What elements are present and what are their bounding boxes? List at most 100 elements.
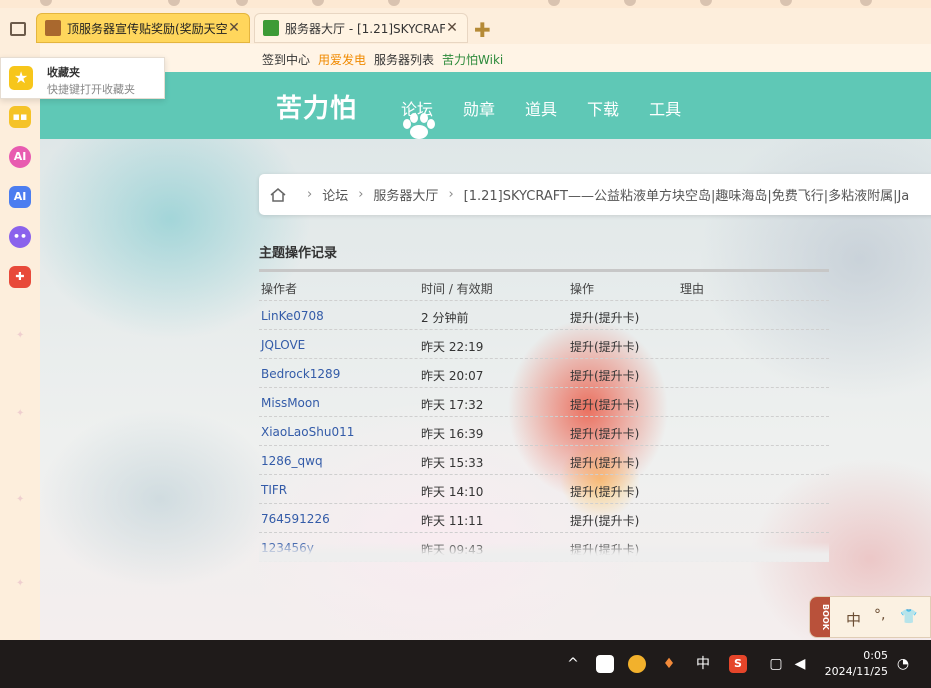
- bookmark-favicon[interactable]: [700, 0, 712, 6]
- operator-link[interactable]: 764591226: [261, 512, 330, 526]
- box-icon: [45, 20, 61, 36]
- log-table: 操作者 时间 / 有效期 操作 理由 LinKe0708 2 分钟前 提升(提升卡)…: [259, 272, 829, 562]
- table-row: Bedrock1289 昨天 20:07 提升(提升卡): [259, 359, 829, 388]
- ai-writer-icon[interactable]: AI: [9, 186, 31, 208]
- ime-skin-widget[interactable]: BOOK 中 °, 👕: [809, 596, 931, 638]
- tab-list-icon[interactable]: [10, 22, 26, 36]
- ime-punctuation[interactable]: °,: [874, 607, 885, 623]
- menu-tools[interactable]: 工具: [649, 96, 681, 120]
- creeper-icon: [263, 20, 279, 36]
- operation-time: 昨天 14:10: [421, 485, 484, 499]
- operator-link[interactable]: 1286_qwq: [261, 454, 323, 468]
- operation-time: 昨天 20:07: [421, 369, 484, 383]
- header-time: 时间 / 有效期: [421, 282, 493, 296]
- bookmark-favicon[interactable]: [860, 0, 872, 6]
- breadcrumb-thread[interactable]: [1.21]SKYCRAFT——公益粘液单方块空岛|趣味海岛|免费飞行|多粘液附…: [464, 185, 910, 204]
- close-icon[interactable]: ✕: [227, 20, 241, 36]
- table-row: XiaoLaoShu011 昨天 16:39 提升(提升卡): [259, 417, 829, 446]
- gamepad-icon[interactable]: ✚: [9, 266, 31, 288]
- operation-action: 提升(提升卡): [570, 340, 640, 354]
- bookmark-favicon[interactable]: [780, 0, 792, 6]
- tab-promo-reward[interactable]: 顶服务器宣传贴奖励(奖励天空 ✕: [36, 13, 250, 43]
- web-page: 签到中心 用爱发电 服务器列表 苦力怕Wiki 苦力怕 论坛 勋章 道具 下载 …: [40, 44, 931, 640]
- header-reason: 理由: [680, 282, 705, 296]
- ime-mode-indicator[interactable]: 中: [694, 654, 712, 674]
- operation-action: 提升(提升卡): [570, 311, 640, 325]
- sogou-icon[interactable]: S: [729, 655, 747, 673]
- sparkle-icon: ✦: [16, 494, 25, 505]
- bookmark-favicon[interactable]: [624, 0, 636, 6]
- system-clock[interactable]: 0:05 2024/11/25: [822, 648, 888, 680]
- bookmark-favicon[interactable]: [548, 0, 560, 6]
- operation-action: 提升(提升卡): [570, 427, 640, 441]
- notification-bell-icon[interactable]: ◔: [895, 654, 911, 674]
- volume-icon[interactable]: ◀: [791, 654, 809, 674]
- scroll-fade: [259, 542, 829, 562]
- browser-sidebar: ★ ▪▪ AI AI •• ✚ ✦ ✦ ✦ ✦: [0, 44, 40, 640]
- skin-icon[interactable]: 👕: [900, 609, 917, 625]
- clock-date: 2024/11/25: [824, 665, 888, 678]
- operation-action: 提升(提升卡): [570, 514, 640, 528]
- operation-time: 2 分钟前: [421, 311, 469, 325]
- link-wiki[interactable]: 苦力怕Wiki: [442, 51, 503, 68]
- app-tray-icon[interactable]: [596, 655, 614, 673]
- sparkle-icon: ✦: [16, 408, 25, 419]
- table-row: JQLOVE 昨天 22:19 提升(提升卡): [259, 330, 829, 359]
- menu-items[interactable]: 道具: [525, 96, 557, 120]
- network-icon[interactable]: ▢: [767, 654, 785, 674]
- table-row: LinKe0708 2 分钟前 提升(提升卡): [259, 301, 829, 330]
- bookmarks-bar: [0, 0, 931, 8]
- close-icon[interactable]: ✕: [445, 20, 459, 36]
- breadcrumb-server-hall[interactable]: 服务器大厅: [373, 185, 438, 204]
- link-checkin[interactable]: 签到中心: [262, 51, 310, 68]
- chevron-up-icon[interactable]: ^: [565, 654, 581, 674]
- operator-link[interactable]: TIFR: [261, 483, 287, 497]
- ghost-app-icon[interactable]: ••: [9, 226, 31, 248]
- operation-time: 昨天 16:39: [421, 427, 484, 441]
- microphone-icon[interactable]: ♦: [662, 654, 676, 674]
- tab-title: 服务器大厅 - [1.21]SKYCRAFT: [285, 21, 445, 36]
- header-operator: 操作者: [261, 282, 298, 296]
- bookmark-favicon[interactable]: [40, 0, 52, 6]
- operation-time: 昨天 17:32: [421, 398, 484, 412]
- operator-link[interactable]: JQLOVE: [261, 338, 305, 352]
- breadcrumb-forum[interactable]: 论坛: [322, 185, 348, 204]
- menu-medals[interactable]: 勋章: [463, 96, 495, 120]
- link-donate[interactable]: 用爱发电: [318, 51, 366, 68]
- tooltip-title: 收藏夹: [47, 66, 80, 79]
- robot-assistant-icon[interactable]: ▪▪: [9, 106, 31, 128]
- breadcrumb-separator: ›: [358, 187, 364, 202]
- bookmark-favicon[interactable]: [168, 0, 180, 6]
- home-icon[interactable]: [269, 187, 287, 203]
- tab-server-hall[interactable]: 服务器大厅 - [1.21]SKYCRAFT ✕: [254, 13, 468, 43]
- taskbar: ^ ♦ 中 S ▢ ◀ 0:05 2024/11/25 ◔: [0, 640, 931, 688]
- link-server-list[interactable]: 服务器列表: [374, 51, 434, 68]
- operation-action: 提升(提升卡): [570, 398, 640, 412]
- book-spine: BOOK: [810, 597, 830, 637]
- new-tab-icon[interactable]: ✚: [474, 20, 492, 40]
- bookmark-favicon[interactable]: [236, 0, 248, 6]
- ime-language[interactable]: 中: [846, 609, 861, 630]
- operator-link[interactable]: LinKe0708: [261, 309, 324, 323]
- bookmark-favicon[interactable]: [312, 0, 324, 6]
- menu-download[interactable]: 下载: [587, 96, 619, 120]
- breadcrumb: › 论坛 › 服务器大厅 › [1.21]SKYCRAFT——公益粘液单方块空岛…: [259, 174, 931, 215]
- star-icon: ★: [9, 66, 33, 90]
- dog-tray-icon[interactable]: [628, 655, 646, 673]
- operator-link[interactable]: XiaoLaoShu011: [261, 425, 354, 439]
- table-header: 操作者 时间 / 有效期 操作 理由: [259, 272, 829, 301]
- operation-time: 昨天 11:11: [421, 514, 484, 528]
- table-row: 1286_qwq 昨天 15:33 提升(提升卡): [259, 446, 829, 475]
- ai-chat-icon[interactable]: AI: [9, 146, 31, 168]
- sparkle-icon: ✦: [16, 330, 25, 341]
- site-top-links: 签到中心 用爱发电 服务器列表 苦力怕Wiki: [40, 44, 931, 72]
- sparkle-icon: ✦: [16, 578, 25, 589]
- operator-link[interactable]: Bedrock1289: [261, 367, 340, 381]
- tab-title: 顶服务器宣传贴奖励(奖励天空: [67, 21, 227, 36]
- site-logo[interactable]: 苦力怕: [276, 88, 357, 125]
- bookmark-favicon[interactable]: [388, 0, 400, 6]
- thread-log-panel: 主题操作记录 操作者 时间 / 有效期 操作 理由 LinKe0708 2 分钟前…: [259, 234, 829, 562]
- site-header: 苦力怕 论坛 勋章 道具 下载 工具: [40, 72, 931, 139]
- operator-link[interactable]: MissMoon: [261, 396, 320, 410]
- breadcrumb-separator: ›: [448, 187, 454, 202]
